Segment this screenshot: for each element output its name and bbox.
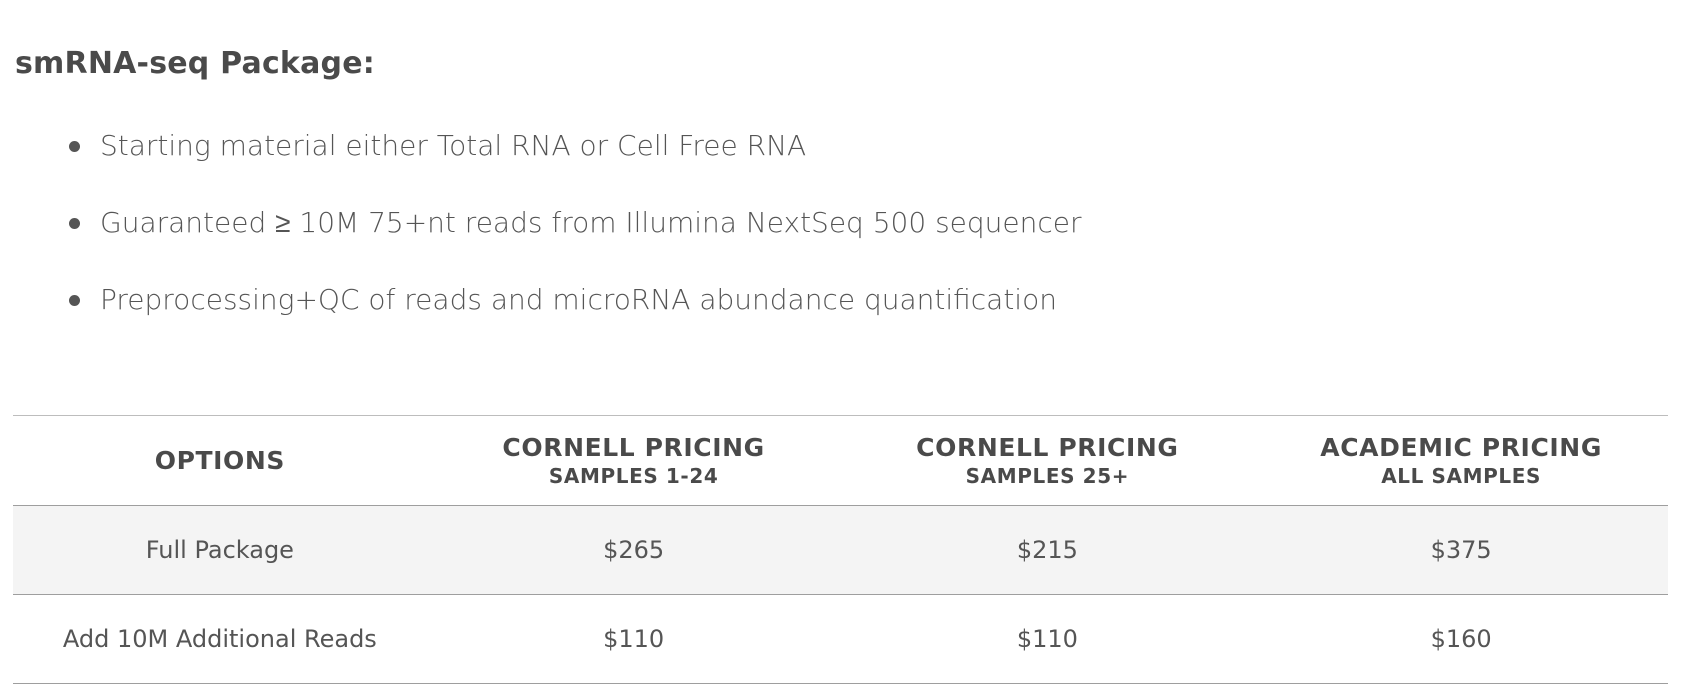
feature-item: Starting material either Total RNA or Ce… [0, 128, 1082, 205]
column-header-title: CORNELL PRICING [502, 432, 765, 462]
column-header-subtitle: ALL SAMPLES [1381, 463, 1542, 488]
table-row: Add 10M Additional Reads $110 $110 $160 [13, 595, 1668, 684]
column-header-title: OPTIONS [154, 445, 286, 475]
feature-item: Preprocessing+QC of reads and microRNA a… [0, 282, 1082, 359]
pricing-table: OPTIONS CORNELL PRICING SAMPLES 1-24 COR… [13, 415, 1668, 684]
column-header-title: ACADEMIC PRICING [1320, 432, 1602, 462]
table-header-row: OPTIONS CORNELL PRICING SAMPLES 1-24 COR… [13, 415, 1668, 506]
page: smRNA-seq Package: Starting material eit… [0, 0, 1682, 694]
option-cell: Full Package [145, 536, 294, 564]
column-header-subtitle: SAMPLES 25+ [965, 463, 1130, 488]
bullet-icon [69, 295, 80, 306]
price-cell: $110 [603, 625, 665, 653]
column-header-academic: ACADEMIC PRICING ALL SAMPLES [1254, 416, 1668, 506]
price-cell: $110 [1016, 625, 1078, 653]
column-header-title: CORNELL PRICING [916, 432, 1179, 462]
column-header-subtitle: SAMPLES 1-24 [548, 463, 719, 488]
feature-item: Guaranteed ≥ 10M 75+nt reads from Illumi… [0, 205, 1082, 282]
column-header-cornell-25-plus: CORNELL PRICING SAMPLES 25+ [841, 416, 1255, 506]
price-cell: $265 [603, 536, 665, 564]
option-cell: Add 10M Additional Reads [62, 625, 377, 653]
table-row: Full Package $265 $215 $375 [13, 505, 1668, 595]
feature-text: Guaranteed ≥ 10M 75+nt reads from Illumi… [100, 206, 1082, 239]
price-cell: $160 [1430, 625, 1492, 653]
price-cell: $375 [1430, 536, 1492, 564]
bullet-icon [69, 218, 80, 229]
feature-text: Preprocessing+QC of reads and microRNA a… [100, 283, 1057, 316]
bullet-icon [69, 141, 80, 152]
feature-text: Starting material either Total RNA or Ce… [100, 129, 807, 162]
package-heading: smRNA-seq Package: [15, 46, 375, 81]
column-header-options: OPTIONS [13, 416, 427, 506]
price-cell: $215 [1016, 536, 1078, 564]
column-header-cornell-1-24: CORNELL PRICING SAMPLES 1-24 [427, 416, 841, 506]
feature-list: Starting material either Total RNA or Ce… [0, 128, 1082, 359]
